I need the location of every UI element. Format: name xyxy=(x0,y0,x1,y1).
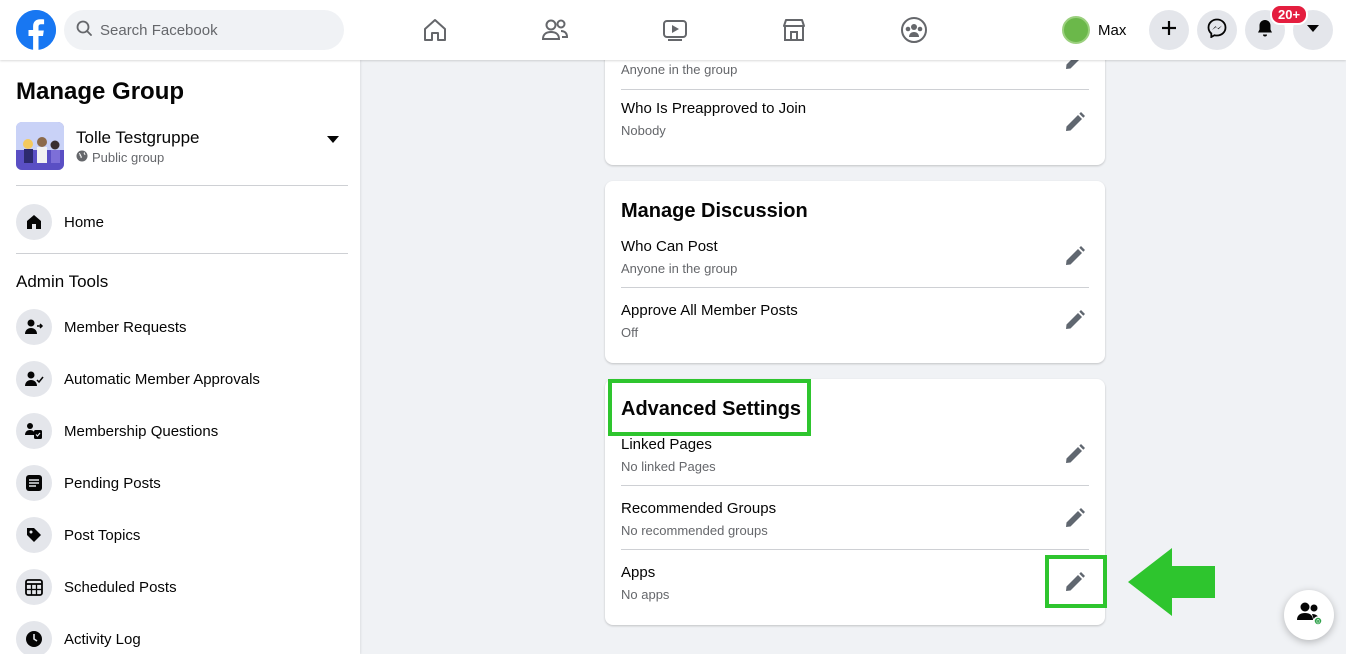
friends-icon[interactable] xyxy=(541,16,569,44)
setting-title: Apps xyxy=(621,564,656,581)
setting-title: Who Is Preapproved to Join xyxy=(621,100,807,117)
group-name: Tolle Testgruppe xyxy=(76,128,200,147)
sidebar-item-scheduled-posts[interactable]: Scheduled Posts xyxy=(16,565,348,609)
group-privacy: Public group xyxy=(76,150,164,165)
watch-icon[interactable] xyxy=(661,16,689,44)
sidebar-item-label: Activity Log xyxy=(64,630,141,648)
pencil-icon[interactable] xyxy=(1061,108,1089,136)
card-title: Manage Discussion xyxy=(621,200,808,222)
groups-icon[interactable] xyxy=(900,16,928,44)
top-navigation-bar: Max 20+ xyxy=(0,0,1346,60)
auto-approvals-icon xyxy=(16,361,52,397)
settings-row-recommended-groups[interactable]: Recommended Groups No recommended groups xyxy=(621,486,1089,550)
scheduled-posts-icon xyxy=(16,569,52,605)
page-title: Manage Group xyxy=(16,78,185,105)
profile-name: Max xyxy=(1098,21,1127,39)
green-arrow-annotation xyxy=(1128,548,1218,621)
search-bar[interactable] xyxy=(64,10,344,50)
globe-icon xyxy=(76,150,88,165)
pencil-icon[interactable] xyxy=(1061,504,1089,532)
profile-chip[interactable]: Max xyxy=(1062,12,1126,48)
marketplace-icon[interactable] xyxy=(780,16,808,44)
pencil-icon[interactable] xyxy=(1061,440,1089,468)
sidebar-item-label: Automatic Member Approvals xyxy=(64,370,260,388)
pending-posts-icon xyxy=(16,465,52,501)
group-cover-thumbnail xyxy=(16,122,64,170)
sidebar-item-label: Post Topics xyxy=(64,526,141,544)
sidebar-item-label: Scheduled Posts xyxy=(64,578,177,596)
sidebar-item-label: Pending Posts xyxy=(64,474,161,492)
setting-title: Approve All Member Posts xyxy=(621,302,798,319)
setting-value: Anyone in the group xyxy=(621,261,738,276)
create-button[interactable] xyxy=(1149,10,1189,50)
manage-group-sidebar: Manage Group Tolle Testgruppe Public gro… xyxy=(0,60,360,654)
group-selector[interactable]: Tolle Testgruppe Public group xyxy=(16,122,348,170)
new-message-button[interactable]: 0 xyxy=(1284,590,1334,640)
search-icon xyxy=(76,20,92,41)
settings-row-approve-member-posts[interactable]: Approve All Member Posts Off xyxy=(621,288,1089,352)
messenger-button[interactable] xyxy=(1197,10,1237,50)
sidebar-item-home[interactable]: Home xyxy=(16,200,348,244)
messenger-icon xyxy=(1207,18,1227,43)
setting-title: Recommended Groups xyxy=(621,500,777,517)
settings-row-apps[interactable]: Apps No apps xyxy=(621,550,1089,614)
setting-title: Who Can Post xyxy=(621,238,718,255)
setting-value: No apps xyxy=(621,587,670,602)
sidebar-item-activity-log[interactable]: Activity Log xyxy=(16,617,348,654)
sidebar-item-automatic-member-approvals[interactable]: Automatic Member Approvals xyxy=(16,357,348,401)
divider xyxy=(16,253,348,254)
member-requests-icon xyxy=(16,309,52,345)
settings-row-who-can-post[interactable]: Who Can Post Anyone in the group xyxy=(621,223,1089,287)
post-topics-icon xyxy=(16,517,52,553)
sidebar-item-label: Member Requests xyxy=(64,318,187,336)
sidebar-item-label: Membership Questions xyxy=(64,422,219,440)
sidebar-item-pending-posts[interactable]: Pending Posts xyxy=(16,461,348,505)
membership-questions-icon xyxy=(16,413,52,449)
sidebar-item-membership-questions[interactable]: Membership Questions xyxy=(16,409,348,453)
setting-value: Anyone in the group xyxy=(621,62,738,77)
settings-row-preapproved[interactable]: Who Is Preapproved to Join Nobody xyxy=(621,90,1089,154)
divider xyxy=(16,185,348,186)
manage-discussion-card: Manage Discussion Who Can Post Anyone in… xyxy=(605,181,1105,363)
setting-value: No recommended groups xyxy=(621,523,768,538)
pencil-icon[interactable] xyxy=(1061,242,1089,270)
plus-icon xyxy=(1160,19,1178,42)
home-icon[interactable] xyxy=(421,16,449,44)
sidebar-item-label: Home xyxy=(64,213,105,231)
caret-down-icon[interactable] xyxy=(326,132,340,150)
home-icon xyxy=(16,204,52,240)
pencil-icon[interactable] xyxy=(1061,306,1089,334)
apps-edit-highlight xyxy=(1045,555,1107,608)
group-privacy-label: Public group xyxy=(92,150,165,165)
avatar xyxy=(1062,16,1090,44)
sidebar-item-post-topics[interactable]: Post Topics xyxy=(16,513,348,557)
setting-value: Off xyxy=(621,325,639,340)
setting-value: Nobody xyxy=(621,123,666,138)
sidebar-item-member-requests[interactable]: Member Requests xyxy=(16,305,348,349)
admin-tools-heading: Admin Tools xyxy=(16,272,109,291)
caret-down-icon xyxy=(1306,21,1320,39)
search-input[interactable] xyxy=(100,21,320,39)
setting-title: Linked Pages xyxy=(621,436,712,453)
setting-value: No linked Pages xyxy=(621,459,716,474)
facebook-logo-icon[interactable] xyxy=(16,10,56,50)
group-chat-icon: 0 xyxy=(1295,600,1323,631)
notification-badge: 20+ xyxy=(1270,4,1309,25)
advanced-settings-highlight xyxy=(608,379,811,436)
activity-log-icon xyxy=(16,621,52,654)
